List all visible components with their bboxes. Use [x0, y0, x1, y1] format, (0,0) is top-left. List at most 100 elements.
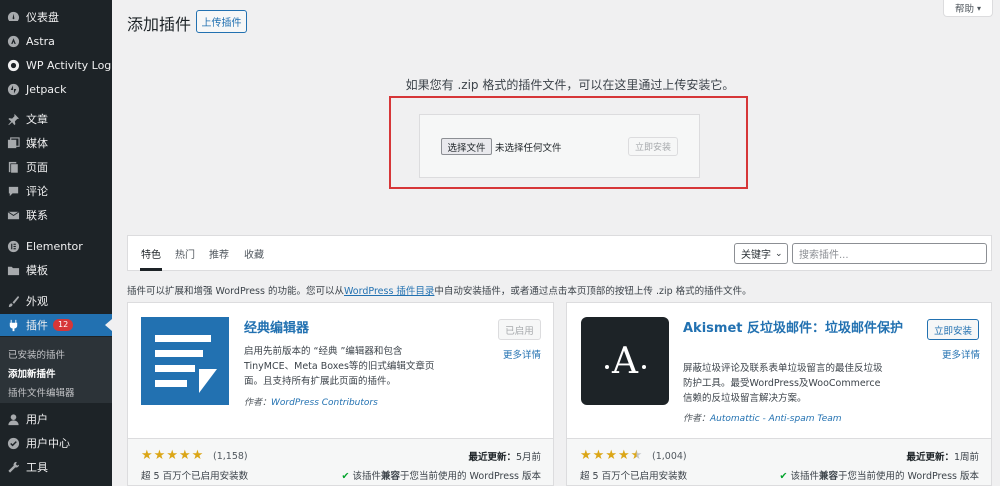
checkmark-icon: ✔ — [779, 471, 788, 482]
sidebar-item-label: 用户 — [26, 413, 48, 426]
page-icon — [6, 160, 20, 174]
search-type-value: 关键字 — [741, 250, 771, 261]
star-full-icon: ★ — [605, 448, 617, 463]
sidebar-item-astra[interactable]: Astra — [0, 29, 112, 53]
sidebar-item-label: Jetpack — [26, 82, 67, 96]
sidebar-item-jetpack[interactable]: Jetpack — [0, 77, 112, 101]
compatibility-notice: ✔ 该插件兼容于您当前使用的 WordPress 版本 — [330, 468, 542, 482]
user-icon — [6, 412, 20, 426]
tab-popular[interactable]: 热门 — [175, 246, 195, 261]
sidebar-item-label: 用户中心 — [26, 437, 70, 450]
sidebar-item-label: 评论 — [26, 185, 48, 198]
admin-sidebar: 仪表盘 Astra WP Activity Log Jetpack 文章 媒体 … — [0, 0, 112, 486]
sidebar-item-posts[interactable]: 文章 — [0, 107, 112, 131]
akismet-icon[interactable]: A — [581, 317, 669, 405]
sidebar-item-label: 联系 — [26, 209, 48, 222]
star-full-icon: ★ — [580, 448, 592, 463]
sidebar-item-tools[interactable]: 工具 — [0, 455, 112, 479]
more-details-link[interactable]: 更多详情 — [503, 347, 541, 361]
jetpack-icon — [6, 82, 20, 96]
upload-plugin-button[interactable]: 上传插件 — [196, 10, 247, 33]
search-type-select[interactable]: 关键字 ⌄ — [734, 243, 788, 264]
highlight-annotation-box — [389, 96, 748, 189]
rating-count[interactable]: (1,158) — [213, 451, 248, 462]
star-half-icon: ★ — [630, 448, 643, 463]
media-icon — [6, 136, 20, 150]
sidebar-item-label: 文章 — [26, 113, 48, 126]
submenu-installed-plugins[interactable]: 已安装的插件 — [8, 347, 65, 361]
plugin-description: 屏蔽垃圾评论及联系表单垃圾留言的最佳反垃圾防护工具。最受WordPress及Wo… — [683, 363, 883, 404]
star-full-icon: ★ — [617, 448, 630, 463]
submenu-plugin-file-editor[interactable]: 插件文件编辑器 — [8, 385, 75, 399]
sidebar-item-templates[interactable]: 模板 — [0, 258, 112, 282]
sidebar-item-label: 工具 — [26, 461, 48, 474]
activated-button[interactable]: 已启用 — [498, 319, 541, 340]
author-link[interactable]: WordPress Contributors — [271, 398, 378, 408]
install-now-button[interactable]: 立即安装 — [927, 319, 979, 340]
plugin-author: 作者：Automattic - Anti-spam Team — [683, 411, 842, 424]
sidebar-item-media[interactable]: 媒体 — [0, 131, 112, 155]
elementor-icon — [6, 239, 20, 253]
sidebar-item-label: 仪表盘 — [26, 11, 59, 24]
plugin-author: 作者：WordPress Contributors — [244, 395, 378, 408]
star-full-icon: ★ — [191, 448, 204, 463]
plugin-title[interactable]: Akismet 反垃圾邮件：垃圾邮件保护 — [683, 320, 908, 337]
page-title: 添加插件 — [127, 15, 192, 34]
sidebar-item-appearance[interactable]: 外观 — [0, 289, 112, 313]
star-full-icon: ★ — [153, 448, 166, 463]
search-plugins-input[interactable]: 搜索插件... — [792, 243, 987, 264]
last-updated-value: 5月前 — [515, 452, 541, 463]
intro-text-after: 中自动安装插件，或者通过点击本页顶部的按钮上传 .zip 格式的插件文件。 — [434, 286, 752, 297]
author-link[interactable]: Automattic - Anti-spam Team — [710, 414, 842, 424]
rating-count[interactable]: (1,004) — [652, 451, 687, 462]
tab-favorites[interactable]: 收藏 — [244, 246, 264, 261]
sidebar-item-label: 模板 — [26, 264, 48, 277]
star-rating: ★ ★ ★ ★ ★ — [580, 449, 642, 462]
sidebar-item-comments[interactable]: 评论 — [0, 179, 112, 203]
sidebar-item-label: 外观 — [26, 295, 48, 308]
upload-instruction: 如果您有 .zip 格式的插件文件，可以在这里通过上传安装它。 — [405, 78, 735, 92]
sidebar-item-plugins[interactable]: 插件 12 — [0, 314, 112, 336]
help-label: 帮助 — [954, 4, 974, 15]
sidebar-item-users[interactable]: 用户 — [0, 407, 112, 431]
author-label: 作者： — [683, 414, 711, 424]
compat-bold: 兼容 — [381, 471, 401, 482]
sidebar-item-label: WP Activity Log — [26, 58, 112, 72]
compat-before: 该插件 — [352, 471, 382, 482]
akismet-dot-left — [605, 365, 609, 369]
sidebar-item-elementor[interactable]: Elementor — [0, 234, 112, 258]
sidebar-item-pages[interactable]: 页面 — [0, 155, 112, 179]
pin-icon — [6, 112, 20, 126]
brush-icon — [6, 294, 20, 308]
compat-bold: 兼容 — [819, 471, 839, 482]
compat-after: 于您当前使用的 WordPress 版本 — [838, 471, 979, 482]
tab-featured[interactable]: 特色 — [141, 246, 161, 261]
chevron-down-icon: ▾ — [977, 3, 982, 13]
dashboard-icon — [6, 10, 20, 24]
user-center-icon — [6, 436, 20, 450]
last-updated: 最近更新：1周前 — [868, 449, 979, 463]
plugins-submenu: 已安装的插件 添加新插件 插件文件编辑器 — [0, 337, 112, 403]
activity-log-icon — [6, 58, 20, 72]
help-tab[interactable]: 帮助 ▾ — [943, 0, 993, 17]
sidebar-item-label: 媒体 — [26, 137, 48, 150]
sidebar-item-user-center[interactable]: 用户中心 — [0, 431, 112, 455]
sidebar-item-label: 插件 — [26, 319, 48, 332]
more-details-link[interactable]: 更多详情 — [942, 347, 980, 361]
mail-icon — [6, 208, 20, 222]
plugin-title[interactable]: 经典编辑器 — [244, 320, 309, 337]
sidebar-item-contact[interactable]: 联系 — [0, 203, 112, 227]
intro-text: 插件可以扩展和增强 WordPress 的功能。您可以从WordPress 插件… — [127, 283, 752, 297]
plugin-directory-link[interactable]: WordPress 插件目录 — [344, 286, 434, 297]
compat-before: 该插件 — [790, 471, 820, 482]
last-updated: 最近更新：5月前 — [430, 449, 541, 463]
sidebar-item-activity-log[interactable]: WP Activity Log — [0, 53, 112, 77]
chevron-down-icon: ⌄ — [775, 248, 783, 259]
sidebar-item-dashboard[interactable]: 仪表盘 — [0, 5, 112, 29]
star-full-icon: ★ — [141, 448, 153, 463]
tab-recommended[interactable]: 推荐 — [209, 246, 229, 261]
submenu-add-new-plugin[interactable]: 添加新插件 — [8, 366, 56, 380]
classic-editor-icon[interactable] — [141, 317, 229, 405]
intro-text-before: 插件可以扩展和增强 WordPress 的功能。您可以从 — [127, 286, 344, 297]
akismet-logo-letter: A — [612, 340, 638, 382]
